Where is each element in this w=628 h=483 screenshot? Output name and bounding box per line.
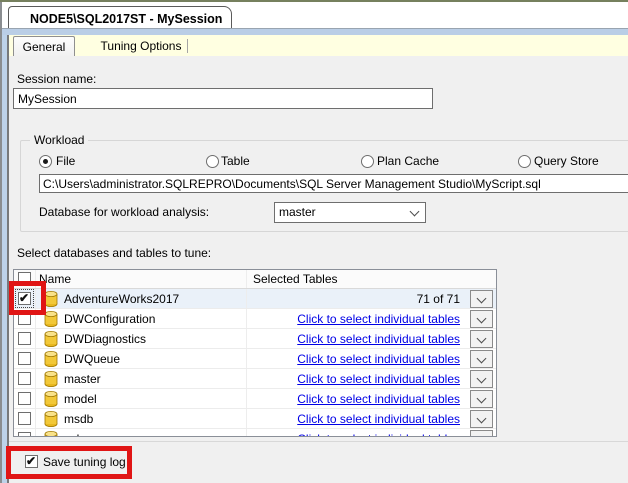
radio-plan-cache-label: Plan Cache: [377, 154, 440, 168]
chevron-down-icon: [476, 433, 487, 436]
tables-dropdown-button[interactable]: [470, 390, 493, 408]
database-icon: [44, 390, 58, 407]
database-icon: [44, 370, 58, 387]
database-icon: [44, 290, 58, 307]
chevron-down-icon: [476, 413, 487, 424]
tables-dropdown-button[interactable]: [470, 310, 493, 328]
tab-tuning-options[interactable]: Tuning Options: [95, 36, 187, 57]
page-tab-strip: General Tuning Options: [9, 35, 628, 57]
document-tab-strip: NODE5\SQL2017ST - MySession: [0, 2, 628, 31]
table-row[interactable]: AdventureWorks2017 71 of 71: [14, 289, 496, 309]
select-individual-tables-link[interactable]: Click to select individual tables: [297, 392, 460, 406]
database-name: sqlnexus: [64, 432, 111, 437]
chevron-down-icon: [476, 333, 487, 344]
table-row[interactable]: master Click to select individual tables: [14, 369, 496, 389]
database-name: DWConfiguration: [64, 311, 156, 326]
table-row[interactable]: sqlnexus Click to select individual tabl…: [14, 429, 496, 437]
table-row[interactable]: DWDiagnostics Click to select individual…: [14, 329, 496, 349]
column-header-selected-tables[interactable]: Selected Tables: [247, 270, 468, 288]
database-icon: [44, 430, 58, 436]
session-name-label: Session name:: [17, 72, 97, 86]
database-name: msdb: [64, 411, 94, 426]
annotation-highlight-checkbox: [9, 281, 46, 315]
database-name: AdventureWorks2017: [64, 291, 180, 306]
radio-file-label: File: [56, 154, 76, 168]
select-individual-tables-link[interactable]: Click to select individual tables: [297, 432, 460, 437]
row-checkbox[interactable]: [18, 412, 31, 425]
table-row[interactable]: DWConfiguration Click to select individu…: [14, 309, 496, 329]
select-databases-label: Select databases and tables to tune:: [17, 246, 212, 260]
radio-plan-cache[interactable]: [361, 155, 374, 168]
select-individual-tables-link[interactable]: Click to select individual tables: [297, 312, 460, 326]
radio-table-label: Table: [221, 154, 250, 168]
radio-file[interactable]: [39, 155, 52, 168]
chevron-down-icon: [409, 206, 420, 217]
radio-table[interactable]: [206, 155, 219, 168]
document-well-border: [0, 28, 628, 35]
tab-general[interactable]: General: [13, 36, 75, 57]
table-row[interactable]: model Click to select individual tables: [14, 389, 496, 409]
row-checkbox[interactable]: [18, 432, 31, 436]
database-name: DWQueue: [64, 351, 121, 366]
database-name: master: [64, 371, 101, 386]
workload-database-value: master: [279, 205, 316, 219]
chevron-down-icon: [476, 353, 487, 364]
select-individual-tables-link[interactable]: Click to select individual tables: [297, 332, 460, 346]
tables-dropdown-button[interactable]: [470, 330, 493, 348]
database-icon: [44, 310, 58, 327]
table-header-row: Name Selected Tables: [14, 270, 496, 289]
select-individual-tables-link[interactable]: Click to select individual tables: [297, 412, 460, 426]
row-checkbox[interactable]: [18, 352, 31, 365]
radio-query-store-label: Query Store: [534, 154, 599, 168]
chevron-down-icon: [476, 293, 487, 304]
row-checkbox[interactable]: [18, 332, 31, 345]
selected-tables-count: 71 of 71: [416, 291, 460, 306]
tables-dropdown-button[interactable]: [470, 290, 493, 308]
chevron-down-icon: [476, 313, 487, 324]
workload-database-label: Database for workload analysis:: [39, 205, 210, 219]
annotation-highlight-save-tuning-log: [6, 446, 132, 479]
database-icon: [44, 330, 58, 347]
tables-dropdown-button[interactable]: [470, 350, 493, 368]
select-individual-tables-link[interactable]: Click to select individual tables: [297, 372, 460, 386]
select-individual-tables-link[interactable]: Click to select individual tables: [297, 352, 460, 366]
databases-table: Name Selected Tables AdventureWorks2017 …: [13, 269, 497, 437]
chevron-down-icon: [476, 393, 487, 404]
workload-file-path-input[interactable]: [39, 174, 628, 193]
panel-divider: [9, 441, 628, 442]
workload-groupbox: Workload File Table Plan Cache Query Sto…: [20, 133, 628, 232]
radio-query-store[interactable]: [518, 155, 531, 168]
database-icon: [44, 410, 58, 427]
tables-dropdown-button[interactable]: [470, 410, 493, 428]
tables-dropdown-button[interactable]: [470, 370, 493, 388]
row-checkbox[interactable]: [18, 392, 31, 405]
session-name-input[interactable]: [13, 88, 433, 109]
tables-dropdown-button[interactable]: [470, 430, 493, 436]
workload-group-label: Workload: [30, 133, 89, 147]
chevron-down-icon: [476, 373, 487, 384]
dta-session-window: NODE5\SQL2017ST - MySession General Tuni…: [0, 0, 628, 483]
workload-database-combobox[interactable]: master: [274, 202, 426, 223]
general-tab-page: Session name: Workload File Table Plan C…: [9, 56, 628, 483]
table-row[interactable]: msdb Click to select individual tables: [14, 409, 496, 429]
database-name: model: [64, 391, 97, 406]
database-name: DWDiagnostics: [64, 331, 147, 346]
row-checkbox[interactable]: [18, 372, 31, 385]
database-icon: [44, 350, 58, 367]
tab-separator: [187, 39, 188, 53]
column-header-name[interactable]: Name: [36, 270, 247, 288]
table-row[interactable]: DWQueue Click to select individual table…: [14, 349, 496, 369]
